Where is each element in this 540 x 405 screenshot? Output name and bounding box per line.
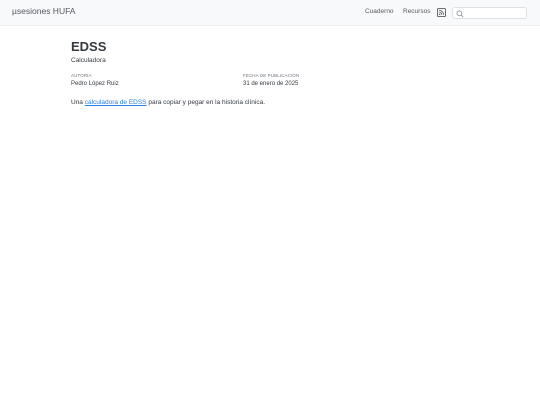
site-brand-link[interactable]: µsesiones HUFA — [12, 6, 75, 16]
nav-link-recursos[interactable]: Recursos — [403, 8, 430, 15]
search-input[interactable] — [466, 8, 524, 18]
date-heading: Fecha de publicación — [243, 73, 300, 78]
page-subtitle: Calculadora — [71, 57, 106, 64]
author-name: Pedro López Ruiz — [71, 81, 119, 87]
article-body: Una calculadora de EDSS para copiar y pe… — [71, 99, 265, 106]
navbar: µsesiones HUFA Cuaderno Recursos — [0, 0, 540, 26]
search-icon — [456, 10, 464, 17]
publication-date: 31 de enero de 2025 — [243, 81, 299, 87]
search-box — [452, 7, 527, 19]
rss-icon[interactable] — [437, 8, 446, 17]
page-title: EDSS — [71, 39, 107, 54]
author-heading: Autoría — [71, 73, 92, 78]
body-suffix: para copiar y pegar en la historia clíni… — [146, 99, 266, 106]
edss-calculator-link[interactable]: calculadora de EDSS — [85, 99, 147, 106]
nav-link-cuaderno[interactable]: Cuaderno — [365, 8, 394, 15]
body-prefix: Una — [71, 99, 85, 106]
